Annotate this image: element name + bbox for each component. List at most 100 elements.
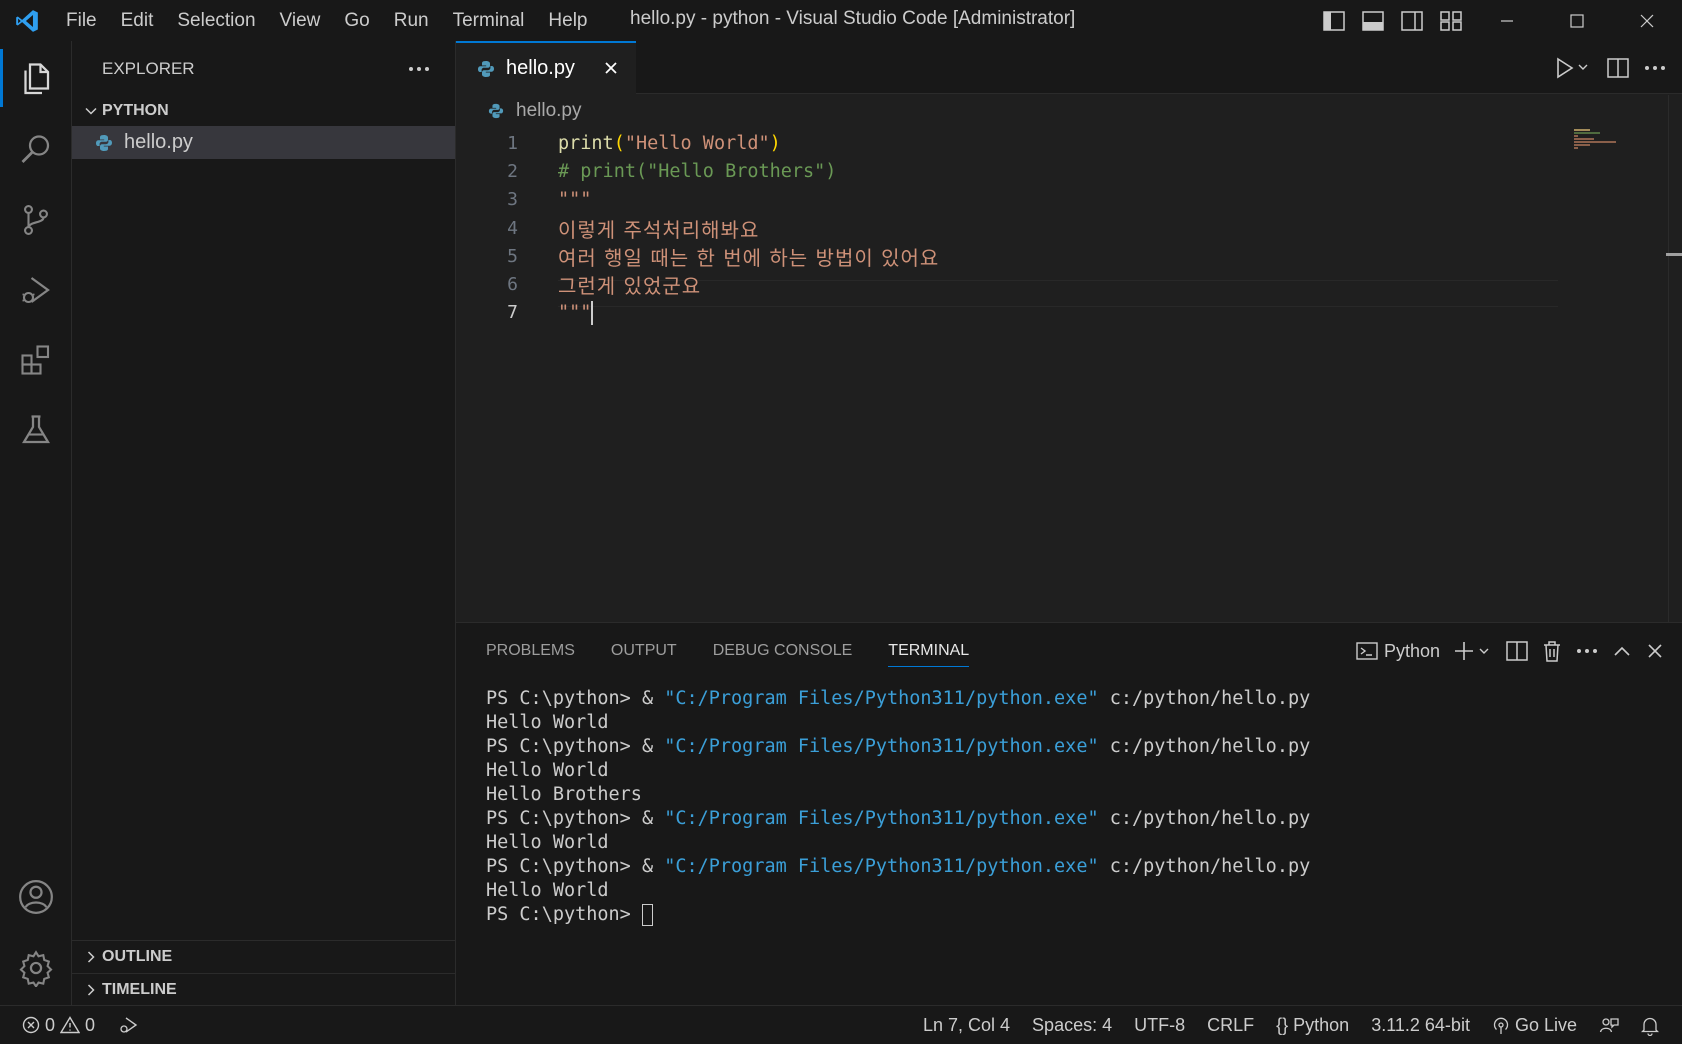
more-actions-icon[interactable] (1644, 54, 1666, 82)
title-bar: File Edit Selection View Go Run Terminal… (0, 0, 1682, 41)
code-line: 1 print("Hello World") (456, 129, 1656, 157)
broadcast-icon (1493, 1017, 1509, 1034)
close-panel-icon[interactable] (1646, 637, 1664, 665)
trash-icon[interactable] (1542, 637, 1562, 665)
cursor-position[interactable]: Ln 7, Col 4 (912, 1006, 1021, 1044)
code-text: 이렇게 주석처리해봐요 (558, 217, 760, 242)
code-text: 여러 행일 때는 한 번에 하는 방법이 있어요 (558, 245, 940, 270)
language-mode[interactable]: {} Python (1265, 1006, 1360, 1044)
terminal-line: Hello World (486, 760, 609, 781)
more-actions-icon[interactable] (405, 55, 433, 83)
terminal-line: PS C:\python> & "C:/Program Files/Python… (486, 736, 1311, 757)
search-icon[interactable] (0, 115, 72, 185)
indentation[interactable]: Spaces: 4 (1021, 1006, 1123, 1044)
menu-run[interactable]: Run (382, 0, 441, 41)
breadcrumb-file: hello.py (516, 100, 582, 121)
maximize-icon[interactable] (1542, 0, 1612, 41)
menu-go[interactable]: Go (332, 0, 381, 41)
menu-view[interactable]: View (268, 0, 333, 41)
timeline-label: TIMELINE (102, 981, 177, 998)
line-number: 1 (507, 132, 518, 154)
timeline-section[interactable]: TIMELINE (72, 973, 456, 1006)
notifications-bell-icon[interactable] (1630, 1006, 1670, 1044)
python-file-icon (94, 133, 114, 153)
status-bar: 0 0 Ln 7, Col 4 Spaces: 4 UTF-8 CRLF {} … (0, 1005, 1682, 1044)
file-item-hello-py[interactable]: hello.py (72, 126, 455, 159)
error-icon (22, 1016, 40, 1034)
go-live-button[interactable]: Go Live (1481, 1006, 1588, 1044)
python-interpreter[interactable]: 3.11.2 64-bit (1360, 1006, 1481, 1044)
new-terminal-icon[interactable] (1454, 637, 1492, 665)
testing-icon[interactable] (0, 395, 72, 465)
tab-problems[interactable]: PROBLEMS (486, 623, 575, 679)
error-count: 0 (45, 1014, 56, 1035)
menu-edit[interactable]: Edit (109, 0, 166, 41)
tab-debug-console[interactable]: DEBUG CONSOLE (713, 623, 853, 679)
outline-section[interactable]: OUTLINE (72, 940, 456, 973)
line-number: 5 (507, 245, 518, 267)
folder-name: PYTHON (102, 102, 169, 119)
code-line: 2 # print("Hello Brothers") (456, 157, 1656, 185)
more-actions-icon[interactable] (1576, 637, 1598, 665)
close-tab-icon[interactable] (598, 55, 624, 81)
terminal-output[interactable]: PS C:\python> & "C:/Program Files/Python… (456, 679, 1682, 927)
toggle-primary-sidebar-icon[interactable] (1320, 7, 1347, 34)
encoding[interactable]: UTF-8 (1123, 1006, 1196, 1044)
customize-layout-icon[interactable] (1437, 7, 1464, 34)
run-python-file-icon[interactable] (1552, 54, 1592, 82)
menu-terminal[interactable]: Terminal (441, 0, 537, 41)
vscode-logo-icon (0, 0, 54, 41)
folder-header-python[interactable]: PYTHON (72, 96, 455, 126)
split-editor-icon[interactable] (1606, 54, 1630, 82)
editor-area: hello.py hello.py 1 print("Hello World")… (456, 41, 1682, 622)
close-window-icon[interactable] (1612, 0, 1682, 41)
terminal-line: PS C:\python> & "C:/Program Files/Python… (486, 688, 1311, 709)
terminal-line: PS C:\python> (486, 903, 1682, 927)
terminal-profile-selector[interactable]: Python (1356, 637, 1440, 665)
debug-status-icon[interactable] (106, 1006, 150, 1044)
language-label: Python (1293, 1015, 1350, 1035)
extensions-icon[interactable] (0, 325, 72, 395)
python-file-icon (486, 101, 506, 121)
terminal-line: PS C:\python> & "C:/Program Files/Python… (486, 808, 1311, 829)
text-cursor (591, 300, 594, 325)
scroll-position-marker (1666, 253, 1682, 256)
terminal-line: Hello World (486, 832, 609, 853)
code-text: """ (558, 189, 592, 211)
source-control-icon[interactable] (0, 185, 72, 255)
code-text: print("Hello World") (558, 132, 781, 154)
settings-gear-icon[interactable] (0, 933, 72, 1003)
problems-status[interactable]: 0 0 (0, 1006, 106, 1044)
toggle-panel-icon[interactable] (1359, 7, 1386, 34)
code-line: 4 이렇게 주석처리해봐요 (456, 214, 1656, 242)
minimap[interactable] (1574, 129, 1664, 169)
split-terminal-icon[interactable] (1506, 637, 1528, 665)
tab-terminal[interactable]: TERMINAL (888, 623, 969, 679)
explorer-icon[interactable] (0, 43, 72, 113)
minimize-icon[interactable] (1472, 0, 1542, 41)
menu-selection[interactable]: Selection (165, 0, 267, 41)
activity-bar (0, 41, 72, 1005)
chevron-right-icon (80, 979, 102, 1001)
editor-scrollbar[interactable] (1668, 95, 1682, 622)
line-number: 3 (507, 189, 518, 211)
tab-output[interactable]: OUTPUT (611, 623, 677, 679)
terminal-line: Hello World (486, 712, 609, 733)
terminal-line: Hello World (486, 880, 609, 901)
bottom-panel: PROBLEMS OUTPUT DEBUG CONSOLE TERMINAL P… (456, 622, 1682, 1005)
accounts-icon[interactable] (0, 862, 72, 932)
menu-help[interactable]: Help (536, 0, 599, 41)
breadcrumb[interactable]: hello.py (456, 94, 1682, 128)
code-text: # print("Hello Brothers") (558, 160, 837, 182)
menu-file[interactable]: File (54, 0, 109, 41)
maximize-panel-icon[interactable] (1612, 637, 1632, 665)
toggle-secondary-sidebar-icon[interactable] (1398, 7, 1425, 34)
code-editor[interactable]: 1 print("Hello World") 2 # print("Hello … (456, 129, 1656, 327)
run-and-debug-icon[interactable] (0, 255, 72, 325)
end-of-line[interactable]: CRLF (1196, 1006, 1265, 1044)
line-number: 7 (507, 302, 518, 324)
explorer-header: EXPLORER (72, 41, 455, 96)
tab-hello-py[interactable]: hello.py (456, 41, 636, 94)
feedback-icon[interactable] (1588, 1006, 1630, 1044)
code-text: """ (558, 300, 594, 325)
